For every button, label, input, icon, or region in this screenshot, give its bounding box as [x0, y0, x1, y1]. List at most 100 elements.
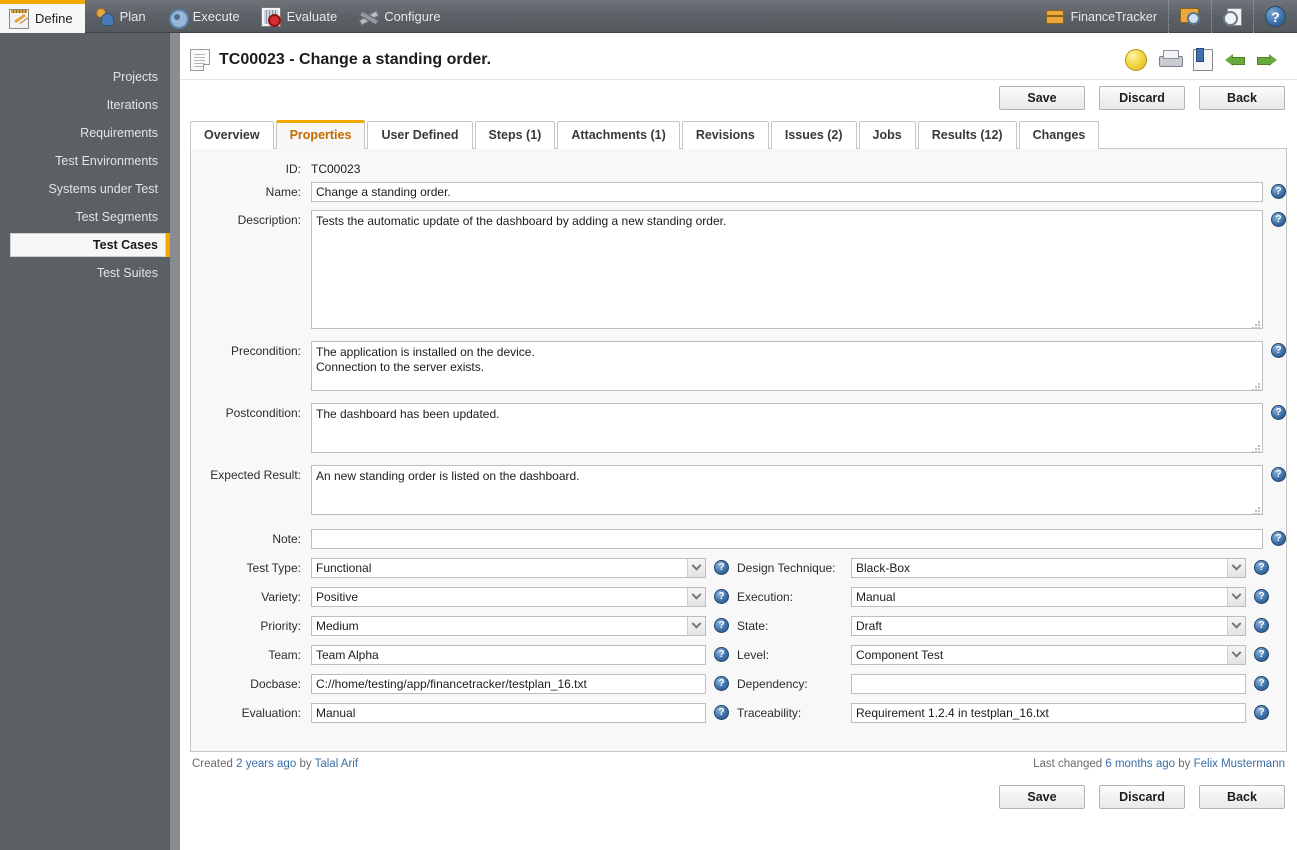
nav-tab-plan[interactable]: Plan: [85, 0, 158, 33]
discard-button-top[interactable]: Discard: [1099, 86, 1185, 110]
save-button-top[interactable]: Save: [999, 86, 1085, 110]
chevron-down-icon: [1227, 588, 1245, 606]
sidebar-item-systems-under-test[interactable]: Systems under Test: [0, 177, 170, 201]
back-button-bottom[interactable]: Back: [1199, 785, 1285, 809]
discard-button-bottom[interactable]: Discard: [1099, 785, 1185, 809]
chevron-down-icon: [687, 617, 705, 635]
help-icon[interactable]: ?: [714, 560, 729, 575]
nav-tab-evaluate[interactable]: Evaluate: [252, 0, 350, 33]
help-icon[interactable]: ?: [1271, 405, 1286, 420]
help-icon[interactable]: ?: [714, 618, 729, 633]
previous-arrow-icon[interactable]: [1225, 51, 1245, 69]
variety-select[interactable]: Positive: [311, 587, 706, 607]
traceability-input[interactable]: [851, 703, 1246, 723]
help-icon[interactable]: ?: [1271, 184, 1286, 199]
nav-tab-define-label: Define: [35, 11, 73, 26]
help-icon[interactable]: ?: [1254, 647, 1269, 662]
level-select[interactable]: Component Test: [851, 645, 1246, 665]
sidebar-item-test-cases[interactable]: Test Cases: [10, 233, 170, 257]
note-input[interactable]: [311, 529, 1263, 549]
next-arrow-icon[interactable]: [1257, 51, 1277, 69]
execution-select[interactable]: Manual: [851, 587, 1246, 607]
name-input[interactable]: [311, 182, 1263, 202]
tab-steps[interactable]: Steps (1): [474, 121, 556, 149]
expected-result-label: Expected Result:: [210, 468, 301, 482]
help-icon[interactable]: ?: [1254, 589, 1269, 604]
created-time[interactable]: 2 years ago: [236, 758, 296, 770]
form-row-id: ID: TC00023: [191, 159, 1286, 179]
expected-result-textarea[interactable]: An new standing order is listed on the d…: [311, 465, 1263, 515]
sidebar: Projects Iterations Requirements Test En…: [0, 33, 170, 850]
help-icon[interactable]: ?: [714, 647, 729, 662]
nav-tab-execute[interactable]: Execute: [158, 0, 252, 33]
dependency-label: Dependency:: [737, 677, 808, 691]
sidebar-item-label: Test Environments: [55, 154, 158, 168]
help-icon[interactable]: ?: [714, 705, 729, 720]
tab-user-defined[interactable]: User Defined: [367, 121, 473, 149]
sidebar-item-iterations[interactable]: Iterations: [0, 93, 170, 117]
created-by-word: by: [299, 758, 312, 770]
tab-properties[interactable]: Properties: [275, 120, 366, 149]
help-icon[interactable]: ?: [714, 676, 729, 691]
save-button-bottom[interactable]: Save: [999, 785, 1085, 809]
back-button-top[interactable]: Back: [1199, 86, 1285, 110]
description-textarea[interactable]: Tests the automatic update of the dashbo…: [311, 210, 1263, 329]
sidebar-item-projects[interactable]: Projects: [0, 65, 170, 89]
chevron-down-icon: [687, 588, 705, 606]
tab-changes[interactable]: Changes: [1018, 121, 1100, 149]
design-technique-label: Design Technique:: [737, 561, 836, 575]
tab-attachments[interactable]: Attachments (1): [557, 121, 680, 149]
tab-issues[interactable]: Issues (2): [770, 121, 857, 149]
lamp-icon[interactable]: [1125, 49, 1147, 71]
precondition-textarea[interactable]: The application is installed on the devi…: [311, 341, 1263, 391]
nav-tab-configure[interactable]: Configure: [349, 0, 452, 33]
priority-select[interactable]: Medium: [311, 616, 706, 636]
help-icon[interactable]: ?: [1254, 618, 1269, 633]
docbase-input[interactable]: [311, 674, 706, 694]
design-technique-select[interactable]: Black-Box: [851, 558, 1246, 578]
test-type-label: Test Type:: [246, 561, 301, 575]
help-icon[interactable]: ?: [1271, 343, 1286, 358]
changed-by-user[interactable]: Felix Mustermann: [1194, 758, 1285, 770]
current-project-selector[interactable]: FinanceTracker: [1035, 0, 1168, 33]
team-input[interactable]: [311, 645, 706, 665]
bottom-button-row: Save Discard Back: [180, 770, 1297, 809]
help-icon[interactable]: ?: [1271, 467, 1286, 482]
main-content: TC00023 - Change a standing order. Save …: [180, 33, 1297, 850]
postcondition-textarea[interactable]: The dashboard has been updated.: [311, 403, 1263, 453]
sidebar-item-test-environments[interactable]: Test Environments: [0, 149, 170, 173]
created-by-user[interactable]: Talal Arif: [315, 758, 358, 770]
form-row-name: Name: ?: [191, 182, 1286, 202]
help-icon[interactable]: ?: [1254, 676, 1269, 691]
test-type-value: Functional: [316, 561, 372, 575]
sidebar-item-label: Iterations: [106, 98, 158, 112]
sidebar-item-label: Test Cases: [92, 238, 158, 252]
help-icon[interactable]: ?: [1254, 705, 1269, 720]
nav-tab-define[interactable]: Define: [0, 0, 85, 33]
tab-jobs[interactable]: Jobs: [858, 121, 916, 149]
project-search-button[interactable]: [1168, 0, 1211, 33]
description-label: Description:: [237, 213, 301, 227]
help-icon[interactable]: ?: [1271, 531, 1286, 546]
recent-items-button[interactable]: [1211, 0, 1253, 33]
tab-revisions[interactable]: Revisions: [681, 121, 769, 149]
sidebar-item-test-suites[interactable]: Test Suites: [0, 261, 170, 285]
tab-overview[interactable]: Overview: [190, 121, 274, 149]
report-icon[interactable]: [1193, 48, 1213, 71]
tab-results[interactable]: Results (12): [917, 121, 1017, 149]
sidebar-item-test-segments[interactable]: Test Segments: [0, 205, 170, 229]
evaluation-input[interactable]: [311, 703, 706, 723]
sidebar-item-requirements[interactable]: Requirements: [0, 121, 170, 145]
dependency-input[interactable]: [851, 674, 1246, 694]
help-icon[interactable]: ?: [714, 589, 729, 604]
changed-time[interactable]: 6 months ago: [1105, 758, 1175, 770]
current-project-label: FinanceTracker: [1070, 9, 1157, 24]
print-icon[interactable]: [1159, 50, 1183, 70]
created-prefix: Created: [192, 758, 233, 770]
sidebar-divider: [170, 33, 180, 850]
help-icon[interactable]: ?: [1271, 212, 1286, 227]
help-icon[interactable]: ?: [1254, 560, 1269, 575]
test-type-select[interactable]: Functional: [311, 558, 706, 578]
help-button[interactable]: ?: [1253, 0, 1297, 33]
state-select[interactable]: Draft: [851, 616, 1246, 636]
